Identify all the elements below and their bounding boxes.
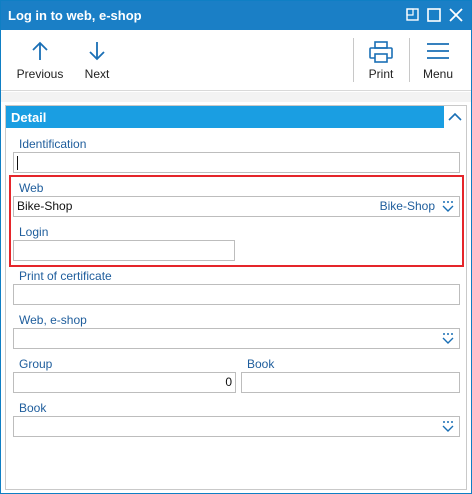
toolbar-gap [1,92,471,102]
toolbar-separator [409,38,410,82]
identification-input[interactable] [13,152,460,173]
print-certificate-label: Print of certificate [19,269,112,283]
web-select[interactable]: Bike-Shop Bike-Shop [13,196,460,217]
close-button[interactable] [447,6,465,24]
detail-panel-header: Detail [6,106,466,128]
web-eshop-label: Web, e-shop [19,313,87,327]
book-right-input[interactable] [241,372,460,393]
identification-label: Identification [19,137,87,151]
print-button[interactable]: Print [357,30,405,90]
web-label: Web [19,181,44,195]
login-label: Login [19,225,49,239]
close-icon [449,8,463,22]
restore-icon [406,8,419,21]
group-value: 0 [225,375,232,389]
toolbar-separator [353,38,354,82]
hamburger-menu-icon [427,43,449,59]
detail-panel-title: Detail [11,110,47,125]
dropdown-icon[interactable] [441,332,455,345]
dropdown-icon[interactable] [441,420,455,433]
book-right-label: Book [247,357,275,371]
dialog-window: Log in to web, e-shop Previous Next Prin… [0,0,472,494]
toolbar: Previous Next Print Menu [1,30,471,91]
collapse-panel-button[interactable] [443,106,466,128]
printer-icon [369,41,393,63]
print-certificate-input[interactable] [13,284,460,305]
text-caret [17,156,18,170]
next-button[interactable]: Next [74,30,120,90]
restore-button[interactable] [403,6,421,24]
previous-label: Previous [16,67,64,81]
group-input[interactable]: 0 [13,372,236,393]
maximize-icon [427,8,441,22]
book-label: Book [19,401,47,415]
window-title: Log in to web, e-shop [8,8,142,23]
title-bar: Log in to web, e-shop [1,1,471,30]
chevron-up-icon [448,112,462,121]
login-input[interactable] [13,240,235,261]
web-eshop-select[interactable] [13,328,460,349]
arrow-down-icon [89,42,105,61]
maximize-button[interactable] [425,6,443,24]
menu-label: Menu [422,67,454,81]
previous-button[interactable]: Previous [11,30,69,90]
dropdown-icon[interactable] [441,200,455,213]
next-label: Next [84,67,110,81]
book-select[interactable] [13,416,460,437]
menu-button[interactable]: Menu [413,30,463,90]
print-label: Print [368,67,394,81]
web-value: Bike-Shop [17,199,73,213]
web-link-value[interactable]: Bike-Shop [380,199,435,214]
group-label: Group [19,357,53,371]
arrow-up-icon [32,41,48,60]
